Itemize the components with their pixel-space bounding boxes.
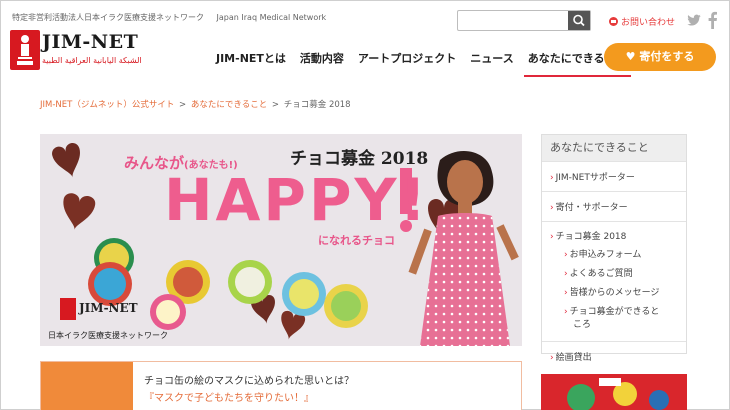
breadcrumb-separator: >: [271, 100, 280, 110]
breadcrumb-home[interactable]: JIM-NET（ジムネット）公式サイト: [40, 100, 174, 110]
sidebar-item-painting-rental[interactable]: › 絵画貸出: [542, 341, 686, 371]
chevron-right-icon: ›: [550, 173, 554, 183]
site-logo[interactable]: JIM-NET الشبكة اليابانية العراقية الطبية: [10, 30, 142, 72]
hero-logo-mark: [60, 298, 76, 320]
nav-item-art-project[interactable]: アートプロジェクト: [351, 51, 463, 71]
sidebar-item-donation[interactable]: › 寄付・サポーター: [542, 191, 686, 221]
hero-line2: になれるチョコ: [318, 234, 395, 247]
search-box: [457, 10, 591, 31]
sidebar-subitem-messages[interactable]: › 皆様からのメッセージ: [542, 284, 686, 303]
article-teaser[interactable]: チョコ缶の絵のマスクに込められた思いとは？ 『マスクで子どもたちを守りたい！』: [40, 361, 522, 410]
sidebar-heading: あなたにできること: [542, 135, 686, 161]
teaser-image: [41, 362, 133, 410]
main-nav: JIM-NETとは 活動内容 アートプロジェクト ニュース あなたにできること: [209, 51, 634, 77]
search-button[interactable]: [568, 11, 590, 30]
banner-illustration: [541, 374, 687, 410]
sidebar-banner-image[interactable]: [541, 374, 687, 410]
sidebar-item-choco[interactable]: › チョコ募金 2018: [542, 229, 686, 246]
twitter-icon[interactable]: [686, 12, 702, 28]
tagline-jp: 特定非営利活動法人日本イラク医療支援ネットワーク: [12, 13, 204, 22]
logo-text: JIM-NET: [42, 31, 139, 53]
teaser-title: チョコ缶の絵のマスクに込められた思いとは？: [144, 376, 354, 387]
chevron-right-icon: ›: [550, 232, 554, 242]
sidebar-subitem-form[interactable]: › お申込みフォーム: [542, 246, 686, 265]
hero-headline: HAPPY!: [164, 166, 429, 234]
teaser-subtitle: 『マスクで子どもたちを守りたい！』: [144, 393, 314, 404]
donate-button[interactable]: ♥ 寄付をする: [604, 43, 716, 71]
chevron-right-icon: ›: [564, 307, 568, 317]
search-icon: [573, 14, 585, 27]
chevron-right-icon: ›: [550, 353, 554, 363]
nav-item-activities[interactable]: 活動内容: [293, 51, 351, 71]
sidebar-subitem-where[interactable]: › チョコ募金ができると ころ: [542, 303, 686, 335]
sidebar-group-choco: › チョコ募金 2018 › お申込みフォーム › よくあるご質問 › 皆様からのメッセ…: [542, 221, 686, 341]
contact-label: お問い合わせ: [621, 18, 676, 28]
chevron-right-icon: ›: [550, 203, 554, 213]
breadcrumb: JIM-NET（ジムネット）公式サイト > あなたにできること > チョコ募金 …: [40, 98, 351, 110]
heart-icon: ♥: [625, 50, 636, 63]
chevron-right-icon: ›: [564, 250, 568, 260]
nav-item-about[interactable]: JIM-NETとは: [209, 51, 293, 71]
mail-icon: [609, 17, 618, 26]
donate-label: 寄付をする: [639, 50, 695, 63]
site-tagline: 特定非営利活動法人日本イラク医療支援ネットワーク Japan Iraq Medi…: [12, 12, 326, 23]
sidebar-item-supporter[interactable]: › JIM-NETサポーター: [542, 161, 686, 191]
nav-item-news[interactable]: ニュース: [463, 51, 520, 71]
breadcrumb-current: チョコ募金 2018: [283, 100, 351, 110]
breadcrumb-parent[interactable]: あなたにできること: [191, 100, 267, 110]
breadcrumb-separator: >: [179, 100, 187, 110]
hero-logo: JIM-NET: [60, 298, 138, 322]
chevron-right-icon: ›: [564, 269, 568, 279]
logo-mark: [10, 30, 40, 70]
logo-arabic: الشبكة اليابانية العراقية الطبية: [42, 56, 142, 65]
sidebar-subitem-faq[interactable]: › よくあるご質問: [542, 265, 686, 284]
facebook-icon[interactable]: [706, 11, 718, 29]
search-input[interactable]: [458, 11, 568, 30]
contact-link[interactable]: お問い合わせ: [609, 15, 675, 28]
tagline-en: Japan Iraq Medical Network: [216, 13, 327, 22]
hero-org-name: 日本イラク医療支援ネットワーク: [48, 331, 168, 340]
sidebar: あなたにできること › JIM-NETサポーター › 寄付・サポーター › チョコ募金…: [541, 134, 687, 363]
hero-banner: みんなが(あなたも!) チョコ募金 2018 HAPPY! になれるチョコ JI…: [40, 134, 522, 346]
chevron-right-icon: ›: [564, 288, 568, 298]
hero-logo-text: JIM-NET: [79, 301, 138, 315]
